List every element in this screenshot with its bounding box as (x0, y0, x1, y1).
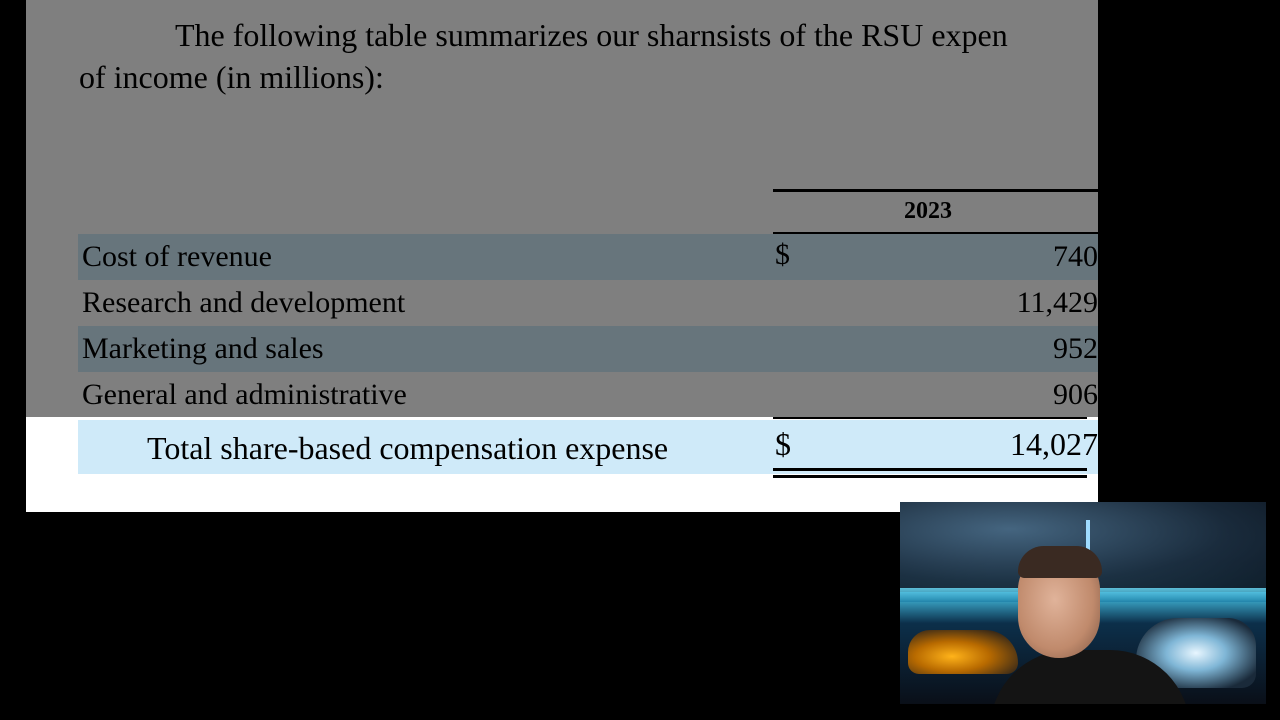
table-row: Marketing and sales 952 (78, 326, 1098, 372)
total-row: Total share-based compensation expense $… (78, 420, 1098, 474)
table-row: General and administrative 906 (78, 372, 1098, 418)
row-label: Research and development (82, 286, 406, 319)
row-value: 952 (1053, 332, 1098, 365)
webcam-background-lightcycle (908, 630, 1018, 674)
total-value: 14,027 (1010, 426, 1098, 462)
table-row: Cost of revenue $ 740 (78, 234, 1098, 280)
row-value: 740 (1053, 240, 1098, 273)
double-underline-bottom (773, 475, 1087, 478)
subtotal-rule (773, 417, 1087, 419)
total-label: Total share-based compensation expense (147, 430, 669, 466)
intro-line-1: The following table summarizes our sharn… (175, 17, 1008, 53)
document-page: The following table summarizes our sharn… (26, 0, 1098, 512)
intro-line-2: of income (in millions): (79, 59, 384, 95)
row-value: 906 (1053, 378, 1098, 411)
table-row: Research and development 11,429 (78, 280, 1098, 326)
row-currency: $ (775, 238, 790, 271)
row-label: Marketing and sales (82, 332, 324, 365)
row-label: General and administrative (82, 378, 407, 411)
double-underline-top (773, 468, 1087, 471)
webcam-overlay (900, 502, 1266, 704)
row-label: Cost of revenue (82, 240, 272, 273)
year-header-label: 2023 (904, 198, 952, 224)
intro-paragraph: The following table summarizes our sharn… (79, 14, 1098, 98)
total-currency: $ (775, 426, 791, 462)
presenter-hair (1018, 546, 1102, 578)
year-column-header: 2023 (773, 189, 1098, 235)
row-value: 11,429 (1016, 286, 1098, 319)
